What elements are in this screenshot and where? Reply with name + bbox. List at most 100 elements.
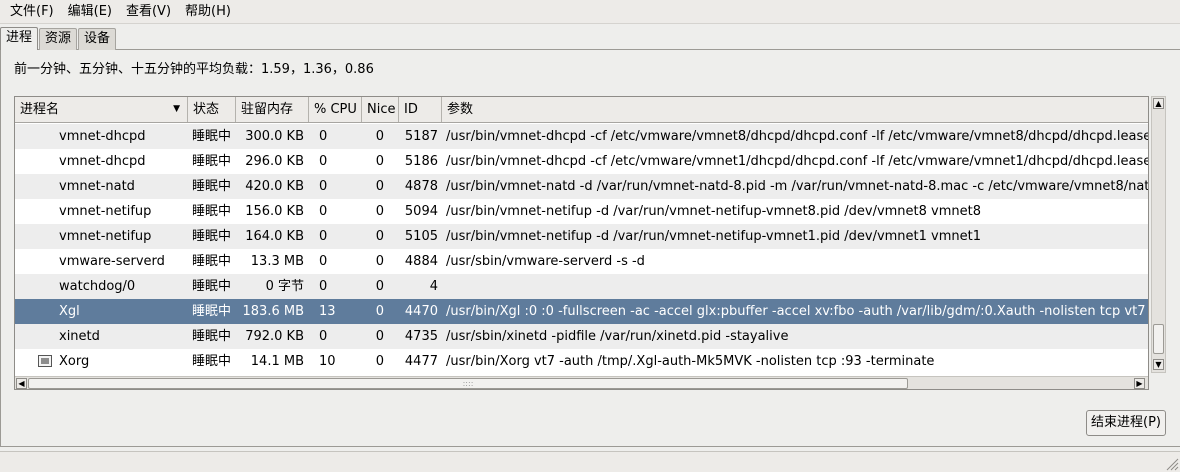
status-bar: [0, 451, 1180, 472]
process-name: vmnet-natd: [59, 179, 135, 194]
process-id: 4477: [404, 354, 438, 369]
process-memory: 0 字节: [265, 279, 304, 294]
table-row[interactable]: Xgl 睡眠中 183.6 MB 13 0 4470/usr/bin/Xgl :0 :0 …: [15, 299, 1148, 324]
table-row[interactable]: vmnet-dhcpd 睡眠中 296.0 KB 0 0 5186/usr/bin/vmn…: [15, 149, 1148, 174]
process-id: 4: [429, 279, 438, 294]
tab-processes[interactable]: 进程: [0, 27, 39, 50]
process-memory: 183.6 MB: [242, 304, 304, 319]
column-header-state[interactable]: 状态: [188, 97, 236, 122]
column-header-nice[interactable]: Nice: [362, 97, 399, 122]
process-nice: 0: [375, 154, 384, 169]
process-cpu: 13: [319, 304, 336, 319]
horizontal-scroll-thumb[interactable]: ::::: [28, 378, 908, 389]
table-row[interactable]: vmnet-netifup 睡眠中 156.0 KB 0 0 5094/usr/bin/v…: [15, 199, 1148, 224]
process-state: 睡眠中: [192, 279, 232, 294]
process-nice: 0: [375, 304, 384, 319]
process-id: 5094: [404, 204, 438, 219]
process-args: /usr/bin/vmnet-natd -d /var/run/vmnet-na…: [446, 179, 1148, 194]
scroll-left-icon[interactable]: ◀: [16, 378, 27, 389]
scroll-up-icon[interactable]: ▲: [1153, 98, 1164, 109]
process-nice: 0: [375, 179, 384, 194]
process-memory: 792.0 KB: [245, 329, 304, 344]
process-cpu: 0: [319, 129, 328, 144]
process-state: 睡眠中: [192, 204, 232, 219]
process-args: /usr/bin/vmnet-netifup -d /var/run/vmnet…: [446, 204, 982, 219]
process-nice: 0: [375, 279, 384, 294]
process-state: 睡眠中: [192, 254, 232, 269]
column-header-name-label: 进程名: [20, 102, 60, 117]
process-id: 5186: [404, 154, 438, 169]
table-row[interactable]: vmnet-natd 睡眠中 420.0 KB 0 0 4878/usr/bin/vmne…: [15, 174, 1148, 199]
menu-bar: 文件(F) 编辑(E) 查看(V) 帮助(H): [0, 0, 1180, 24]
horizontal-scrollbar[interactable]: ◀ :::: ▶: [15, 376, 1148, 389]
process-name: vmnet-dhcpd: [59, 154, 146, 169]
process-cpu: 0: [319, 154, 328, 169]
process-name: watchdog/0: [59, 279, 136, 294]
table-row[interactable]: Xorg 睡眠中 14.1 MB 10 0 4477/usr/bin/Xorg vt7 -…: [15, 349, 1148, 372]
process-name: vmnet-dhcpd: [59, 129, 146, 144]
scroll-right-icon[interactable]: ▶: [1134, 378, 1145, 389]
process-args: /usr/sbin/vmware-serverd -s -d: [446, 254, 645, 269]
process-id: 4470: [404, 304, 438, 319]
menu-edit[interactable]: 编辑(E): [61, 0, 119, 24]
column-header-args[interactable]: 参数: [442, 97, 1148, 122]
process-args: /usr/bin/Xorg vt7 -auth /tmp/.Xgl-auth-M…: [446, 354, 935, 369]
process-args: /usr/bin/vmnet-netifup -d /var/run/vmnet…: [446, 229, 982, 244]
tab-bar: 进程 资源 设备: [0, 27, 117, 50]
process-nice: 0: [375, 229, 384, 244]
process-args: /usr/bin/Xgl :0 :0 -fullscreen -ac -acce…: [446, 304, 1146, 319]
window-icon: [38, 355, 52, 367]
end-process-button[interactable]: 结束进程(P): [1086, 410, 1166, 436]
process-nice: 0: [375, 204, 384, 219]
table-row[interactable]: xinetd 睡眠中 792.0 KB 0 0 4735/usr/sbin/xinetd …: [15, 324, 1148, 349]
process-nice: 0: [375, 129, 384, 144]
tab-resources[interactable]: 资源: [39, 28, 78, 50]
process-memory: 300.0 KB: [245, 129, 304, 144]
table-row[interactable]: vmnet-dhcpd 睡眠中 300.0 KB 0 0 5187/usr/bin/vmn…: [15, 124, 1148, 149]
process-id: 4878: [404, 179, 438, 194]
load-average-label: 前一分钟、五分钟、十五分钟的平均负载：1.59，1.36，0.86: [14, 62, 374, 77]
process-state: 睡眠中: [192, 179, 232, 194]
process-state: 睡眠中: [192, 329, 232, 344]
process-state: 睡眠中: [192, 304, 232, 319]
menu-view[interactable]: 查看(V): [119, 0, 178, 24]
process-name: vmnet-netifup: [59, 229, 152, 244]
process-cpu: 0: [319, 254, 328, 269]
sort-arrow-icon: ▼: [173, 104, 180, 114]
table-row[interactable]: vmware-serverd 睡眠中 13.3 MB 0 0 4884/usr/sbin/…: [15, 249, 1148, 274]
process-state: 睡眠中: [192, 129, 232, 144]
process-nice: 0: [375, 354, 384, 369]
process-cpu: 0: [319, 229, 328, 244]
tab-devices[interactable]: 设备: [78, 28, 117, 50]
column-header-memory[interactable]: 驻留内存: [236, 97, 309, 122]
menu-help[interactable]: 帮助(H): [178, 0, 238, 24]
scroll-down-icon[interactable]: ▼: [1153, 359, 1164, 370]
process-id: 5187: [404, 129, 438, 144]
column-header-cpu[interactable]: % CPU: [309, 97, 362, 122]
process-memory: 14.1 MB: [250, 354, 304, 369]
vertical-scroll-thumb[interactable]: [1153, 324, 1164, 354]
menu-file[interactable]: 文件(F): [3, 0, 61, 24]
process-name: Xgl: [59, 304, 80, 319]
table-row[interactable]: vmnet-netifup 睡眠中 164.0 KB 0 0 5105/usr/bin/v…: [15, 224, 1148, 249]
process-name: vmnet-netifup: [59, 204, 152, 219]
process-cpu: 10: [319, 354, 336, 369]
process-id: 4884: [404, 254, 438, 269]
process-state: 睡眠中: [192, 154, 232, 169]
process-state: 睡眠中: [192, 229, 232, 244]
process-name: Xorg: [59, 354, 90, 369]
process-state: 睡眠中: [192, 354, 232, 369]
process-name: xinetd: [59, 329, 100, 344]
process-memory: 164.0 KB: [245, 229, 304, 244]
table-header: 进程名 ▼ 状态 驻留内存 % CPU Nice ID 参数: [15, 97, 1148, 123]
process-rows: vmnet-dhcpd 睡眠中 300.0 KB 0 0 5187/usr/bin/vmn…: [15, 124, 1148, 372]
vertical-scrollbar[interactable]: ▲ ▼: [1151, 96, 1166, 373]
process-cpu: 0: [319, 329, 328, 344]
column-header-id[interactable]: ID: [399, 97, 442, 122]
process-cpu: 0: [319, 179, 328, 194]
column-header-name[interactable]: 进程名 ▼: [15, 97, 188, 122]
table-row[interactable]: watchdog/0 睡眠中 0 字节 0 0 4: [15, 274, 1148, 299]
resize-grip-icon[interactable]: [1163, 455, 1179, 471]
process-cpu: 0: [319, 204, 328, 219]
process-memory: 13.3 MB: [250, 254, 304, 269]
